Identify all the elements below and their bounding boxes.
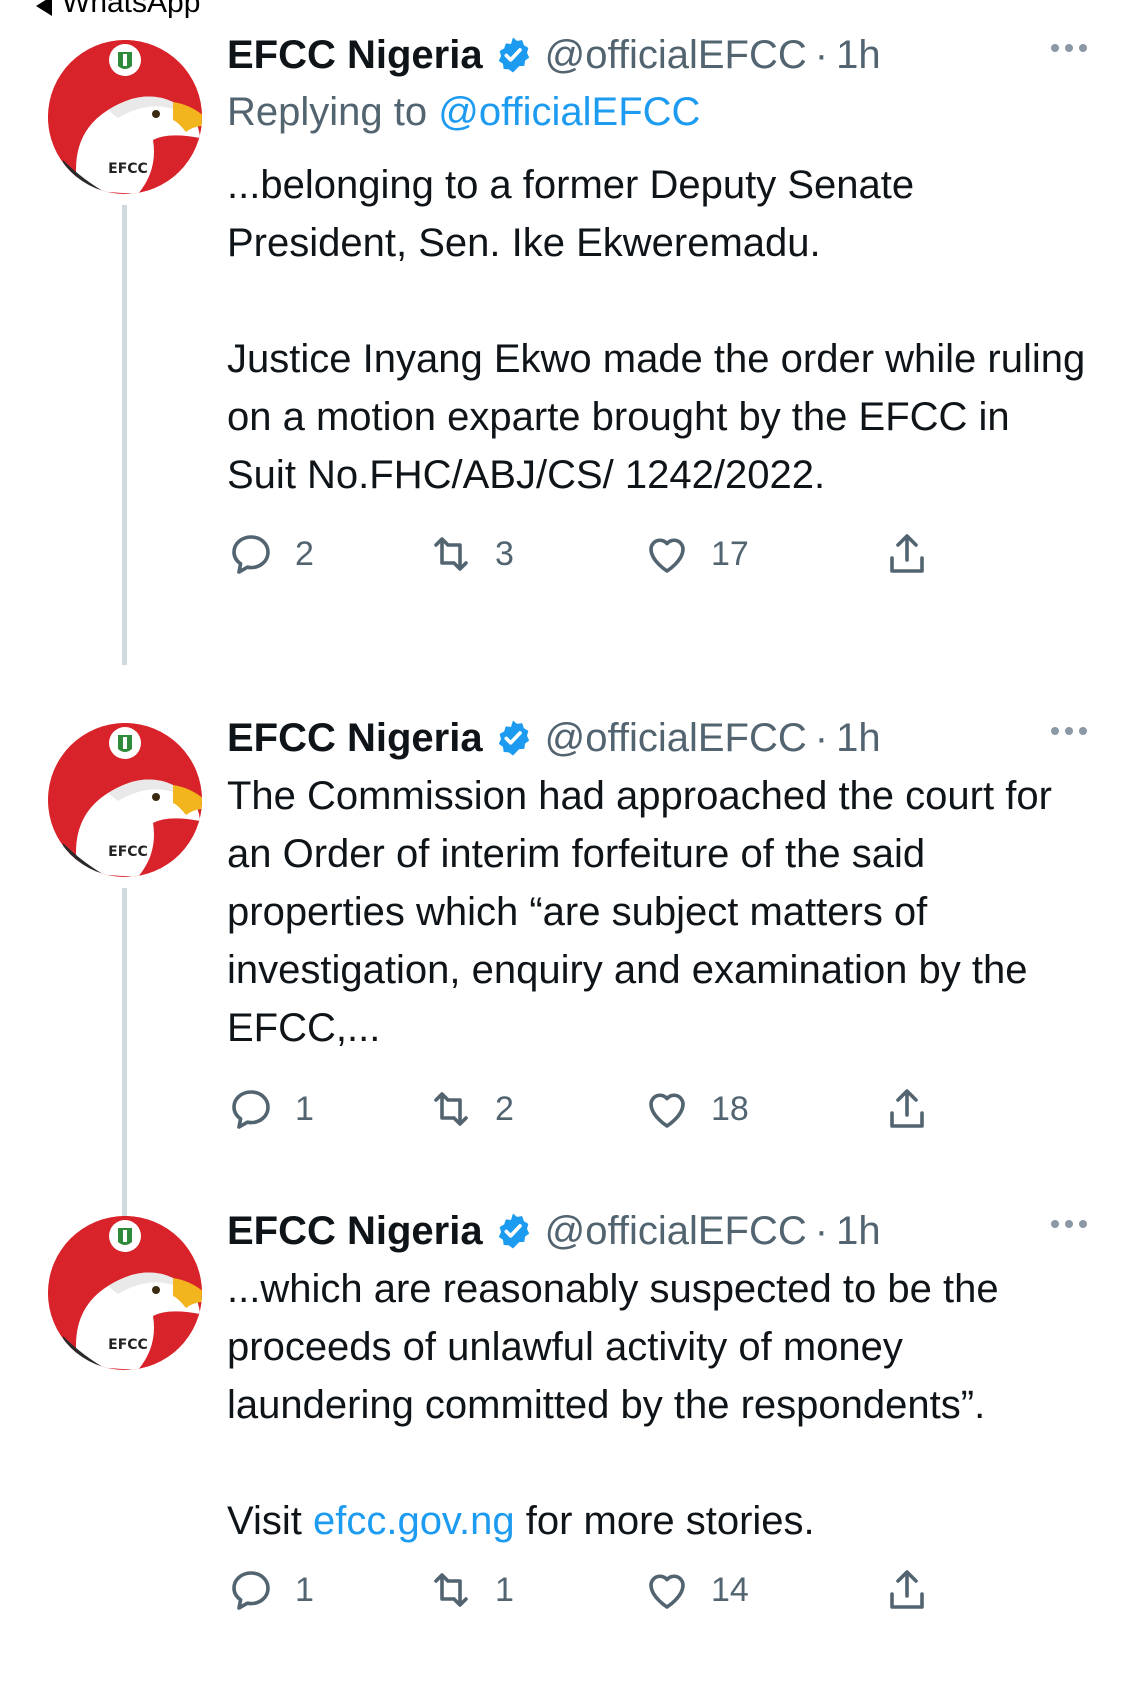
share-button[interactable] [883, 530, 931, 578]
visit-line: Visit efcc.gov.ng for more stories. [227, 1492, 1087, 1550]
back-arrow-icon [36, 0, 52, 16]
visit-prefix: Visit [227, 1499, 302, 1543]
retweet-button[interactable]: 3 [427, 530, 514, 578]
avatar-badge-text: EFCC [108, 161, 148, 177]
retweet-icon [434, 1573, 468, 1607]
like-icon [649, 538, 685, 573]
replying-prefix: Replying to [227, 90, 428, 134]
separator-dot: · [814, 1208, 829, 1253]
avatar[interactable]: EFCC [48, 723, 202, 877]
tweet-paragraph: Justice Inyang Ekwo made the order while… [227, 337, 1086, 497]
timestamp[interactable]: 1h [836, 33, 881, 78]
verified-badge-icon [498, 37, 529, 73]
efcc-logo-icon: EFCC [48, 1216, 202, 1370]
author-handle[interactable]: @officialEFCC [545, 1209, 807, 1254]
timestamp[interactable]: 1h [836, 716, 881, 761]
retweet-icon [434, 537, 468, 571]
reply-icon [232, 1090, 270, 1129]
author-handle[interactable]: @officialEFCC [545, 716, 807, 761]
tweet-actions: 2 3 17 [227, 530, 1087, 590]
retweet-button[interactable]: 1 [427, 1566, 514, 1614]
avatar[interactable]: EFCC [48, 40, 202, 194]
tweet-content: EFCC Nigeria @officialEFCC · 1h ...which… [227, 1206, 1087, 1626]
website-link[interactable]: efcc.gov.ng [313, 1499, 515, 1543]
author-handle[interactable]: @officialEFCC [545, 33, 807, 78]
tweet-content: EFCC Nigeria @officialEFCC · 1h The Comm… [227, 713, 1087, 1145]
visit-suffix: for more stories. [525, 1499, 815, 1543]
back-app-label: WhatsApp [62, 0, 201, 19]
like-button[interactable]: 14 [643, 1566, 749, 1614]
tweet-text: ...belonging to a former Deputy Senate P… [227, 156, 1087, 504]
like-count: 18 [711, 1089, 749, 1128]
tweet-paragraph: ...belonging to a former Deputy Senate P… [227, 163, 915, 265]
share-button[interactable] [883, 1566, 931, 1614]
reply-button[interactable]: 1 [227, 1085, 314, 1133]
efcc-logo-icon: EFCC [48, 40, 202, 194]
like-count: 14 [711, 1570, 749, 1609]
like-button[interactable]: 17 [643, 530, 749, 578]
like-icon [649, 1093, 685, 1128]
reply-icon [232, 535, 270, 574]
tweet-header: EFCC Nigeria @officialEFCC · 1h [227, 30, 1087, 80]
replying-to: Replying to @officialEFCC [227, 86, 1087, 138]
more-options-icon[interactable] [1051, 1220, 1087, 1228]
share-button[interactable] [883, 1085, 931, 1133]
more-options-icon[interactable] [1051, 727, 1087, 735]
tweet-header: EFCC Nigeria @officialEFCC · 1h [227, 713, 1087, 763]
reply-button[interactable]: 1 [227, 1566, 314, 1614]
share-icon [890, 1570, 924, 1609]
verified-badge-icon [498, 720, 529, 756]
thread-line [122, 888, 127, 1268]
avatar-badge-text: EFCC [108, 1337, 148, 1353]
like-button[interactable]: 18 [643, 1085, 749, 1133]
status-bar: WhatsApp [0, 0, 1125, 26]
author-name[interactable]: EFCC Nigeria [227, 716, 483, 761]
retweet-icon [434, 1092, 468, 1126]
separator-dot: · [814, 715, 829, 760]
retweet-button[interactable]: 2 [427, 1085, 514, 1133]
timestamp[interactable]: 1h [836, 1209, 881, 1254]
tweet-paragraph: The Commission had approached the court … [227, 774, 1052, 1050]
author-name[interactable]: EFCC Nigeria [227, 1209, 483, 1254]
reply-count: 1 [295, 1089, 314, 1128]
avatar-badge-text: EFCC [108, 844, 148, 860]
share-icon [890, 534, 924, 573]
tweet-actions: 1 2 18 [227, 1085, 1087, 1145]
separator-dot: · [814, 32, 829, 77]
like-icon [649, 1574, 685, 1609]
tweet-text: ...which are reasonably suspected to be … [227, 1260, 1087, 1550]
reply-count: 2 [295, 534, 314, 573]
tweet-paragraph: ...which are reasonably suspected to be … [227, 1267, 999, 1427]
retweet-count: 1 [495, 1570, 514, 1609]
verified-badge-icon [498, 1213, 529, 1249]
author-name[interactable]: EFCC Nigeria [227, 33, 483, 78]
tweet-content: EFCC Nigeria @officialEFCC · 1h Replying… [227, 30, 1087, 590]
more-options-icon[interactable] [1051, 44, 1087, 52]
thread-line [122, 205, 127, 665]
tweet-header: EFCC Nigeria @officialEFCC · 1h [227, 1206, 1087, 1256]
reply-count: 1 [295, 1570, 314, 1609]
replying-mention-link[interactable]: @officialEFCC [438, 90, 700, 134]
reply-icon [232, 1571, 270, 1610]
reply-button[interactable]: 2 [227, 530, 314, 578]
efcc-logo-icon: EFCC [48, 723, 202, 877]
share-icon [890, 1089, 924, 1128]
like-count: 17 [711, 534, 749, 573]
tweet-text: The Commission had approached the court … [227, 767, 1087, 1057]
retweet-count: 3 [495, 534, 514, 573]
retweet-count: 2 [495, 1089, 514, 1128]
avatar[interactable]: EFCC [48, 1216, 202, 1370]
back-to-app-button[interactable]: WhatsApp [36, 0, 200, 20]
tweet-actions: 1 1 14 [227, 1566, 1087, 1626]
